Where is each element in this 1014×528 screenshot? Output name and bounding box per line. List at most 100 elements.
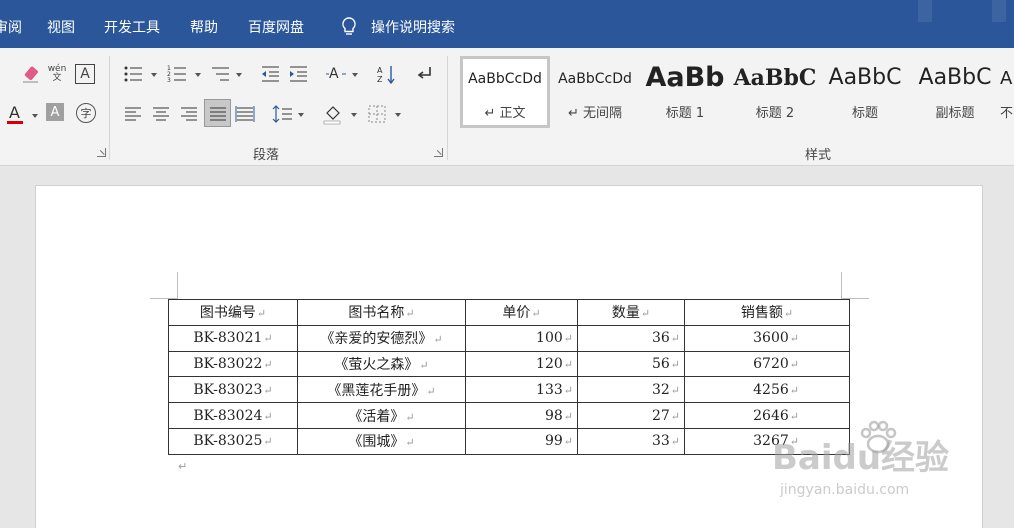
table-cell[interactable]: 《围城》↵: [297, 427, 466, 455]
distributed-icon[interactable]: [234, 103, 256, 125]
table-cell[interactable]: BK-83024↵: [168, 402, 298, 429]
chevron-down-icon[interactable]: [352, 73, 358, 77]
justify-icon: [210, 107, 226, 121]
table-cell[interactable]: 98↵: [465, 402, 578, 429]
cell-end-mark: ↵: [433, 333, 443, 347]
paragraph-dialog-launcher-icon[interactable]: [434, 148, 443, 157]
clear-formatting-icon[interactable]: [20, 63, 42, 85]
table-header-cell[interactable]: 销售额↵: [684, 299, 850, 326]
style-preview: AaBbCcDd: [558, 71, 632, 87]
cell-text: BK-83025: [193, 433, 263, 450]
align-center-icon[interactable]: [150, 103, 172, 125]
table-header-cell[interactable]: 图书名称↵: [297, 299, 466, 326]
table-cell[interactable]: 133↵: [465, 376, 578, 404]
style-name: 不: [1000, 106, 1014, 121]
table-cell[interactable]: 《黑莲花手册》↵: [297, 376, 466, 404]
table-row: BK-83023↵ 《黑莲花手册》↵ 133↵ 32↵ 4256↵: [168, 376, 850, 404]
table-cell[interactable]: BK-83025↵: [168, 427, 298, 455]
cell-text: 6720: [753, 355, 789, 372]
table-cell[interactable]: 《亲爱的安德烈》↵: [297, 324, 466, 352]
style-name: 标题: [851, 106, 878, 121]
font-dialog-launcher-icon[interactable]: [97, 148, 106, 157]
watermark-text: Baidu经验: [772, 438, 950, 478]
table-cell[interactable]: 4256↵: [684, 376, 850, 404]
cell-end-mark: ↵: [670, 383, 680, 397]
style-normal[interactable]: AaBbCcDd ↵ 正文: [460, 56, 550, 128]
decrease-indent-icon[interactable]: [259, 63, 281, 85]
table-row: BK-83024↵ 《活着》↵ 98↵ 27↵ 2646↵: [168, 402, 850, 429]
justify-button[interactable]: [204, 99, 231, 127]
cell-end-mark: ↵: [419, 358, 429, 372]
shading-icon[interactable]: [322, 103, 344, 125]
style-heading-2[interactable]: AaBbC 标题 2: [730, 56, 820, 128]
table-cell[interactable]: 120↵: [465, 350, 578, 378]
cell-text: BK-83023: [193, 381, 263, 398]
cell-end-mark: ↵: [789, 357, 799, 371]
borders-icon[interactable]: [366, 103, 388, 125]
data-table[interactable]: 图书编号↵ 图书名称↵ 单价↵ 数量↵ 销售额↵ BK-83021↵ 《亲爱的安…: [168, 299, 850, 455]
bullets-icon[interactable]: [122, 63, 144, 85]
tab-baidu-netdisk[interactable]: 百度网盘: [248, 17, 304, 37]
cell-end-mark: ↵: [563, 357, 573, 371]
cell-end-mark: ↵: [563, 332, 573, 346]
cell-end-mark: ↵: [263, 383, 273, 397]
numbering-icon[interactable]: 1 2 3: [166, 63, 188, 85]
sort-icon[interactable]: A Z: [376, 63, 398, 85]
table-header-cell[interactable]: 图书编号↵: [168, 299, 298, 326]
chevron-down-icon[interactable]: [236, 73, 242, 77]
svg-text:A: A: [329, 66, 339, 82]
chevron-down-icon[interactable]: [351, 113, 357, 117]
style-preview: AaBbC: [918, 65, 992, 90]
tab-review[interactable]: 审阅: [0, 17, 22, 37]
style-name: 标题 2: [755, 106, 795, 121]
tab-developer[interactable]: 开发工具: [104, 17, 160, 37]
align-right-icon[interactable]: [178, 103, 200, 125]
style-name: 副标题: [935, 106, 975, 121]
line-spacing-icon[interactable]: [272, 103, 294, 125]
enclose-characters-icon[interactable]: 字: [76, 103, 96, 123]
tab-help[interactable]: 帮助: [190, 17, 218, 37]
table-cell[interactable]: 100↵: [465, 324, 578, 352]
cell-end-mark: ↵: [563, 409, 573, 423]
cell-end-mark: ↵: [263, 357, 273, 371]
table-cell[interactable]: 《萤火之森》↵: [297, 350, 466, 378]
style-title[interactable]: AaBbC 标题: [820, 56, 910, 128]
table-cell[interactable]: 27↵: [577, 402, 685, 429]
table-header-cell[interactable]: 单价↵: [465, 299, 578, 326]
table-cell[interactable]: 3600↵: [684, 324, 850, 352]
chinese-layout-icon[interactable]: A: [325, 63, 347, 85]
style-partial[interactable]: A 不: [1000, 56, 1014, 128]
font-color-icon[interactable]: A: [4, 103, 26, 125]
table-cell[interactable]: BK-83021↵: [168, 324, 298, 352]
table-cell[interactable]: 《活着》↵: [297, 402, 466, 429]
style-no-spacing[interactable]: AaBbCcDd ↵ 无间隔: [550, 56, 640, 128]
svg-text:A: A: [377, 66, 383, 75]
table-cell[interactable]: 99↵: [465, 427, 578, 455]
phonetic-guide-icon[interactable]: wén 文: [46, 63, 68, 85]
style-heading-1[interactable]: AaBb 标题 1: [640, 56, 730, 128]
style-subtitle[interactable]: AaBbC 副标题: [910, 56, 1000, 128]
table-cell[interactable]: 6720↵: [684, 350, 850, 378]
character-shading-icon[interactable]: A: [46, 103, 64, 121]
multilevel-list-icon[interactable]: [209, 63, 231, 85]
style-preview: AaBb: [645, 62, 725, 93]
chevron-down-icon[interactable]: [195, 73, 201, 77]
chevron-down-icon[interactable]: [298, 113, 304, 117]
tell-me-search[interactable]: 操作说明搜索: [371, 17, 455, 37]
tab-view[interactable]: 视图: [47, 17, 75, 37]
align-left-icon[interactable]: [122, 103, 144, 125]
character-border-icon[interactable]: A: [75, 64, 95, 84]
increase-indent-icon[interactable]: [287, 63, 309, 85]
cell-end-mark: ↵: [426, 384, 436, 398]
table-cell[interactable]: 33↵: [577, 427, 685, 455]
table-header-cell[interactable]: 数量↵: [577, 299, 685, 326]
chevron-down-icon[interactable]: [395, 113, 401, 117]
table-cell[interactable]: 32↵: [577, 376, 685, 404]
show-hide-marks-icon[interactable]: [414, 63, 436, 85]
chevron-down-icon[interactable]: [32, 114, 38, 118]
table-cell[interactable]: 36↵: [577, 324, 685, 352]
table-cell[interactable]: BK-83022↵: [168, 350, 298, 378]
table-cell[interactable]: BK-83023↵: [168, 376, 298, 404]
table-cell[interactable]: 56↵: [577, 350, 685, 378]
chevron-down-icon[interactable]: [151, 73, 157, 77]
